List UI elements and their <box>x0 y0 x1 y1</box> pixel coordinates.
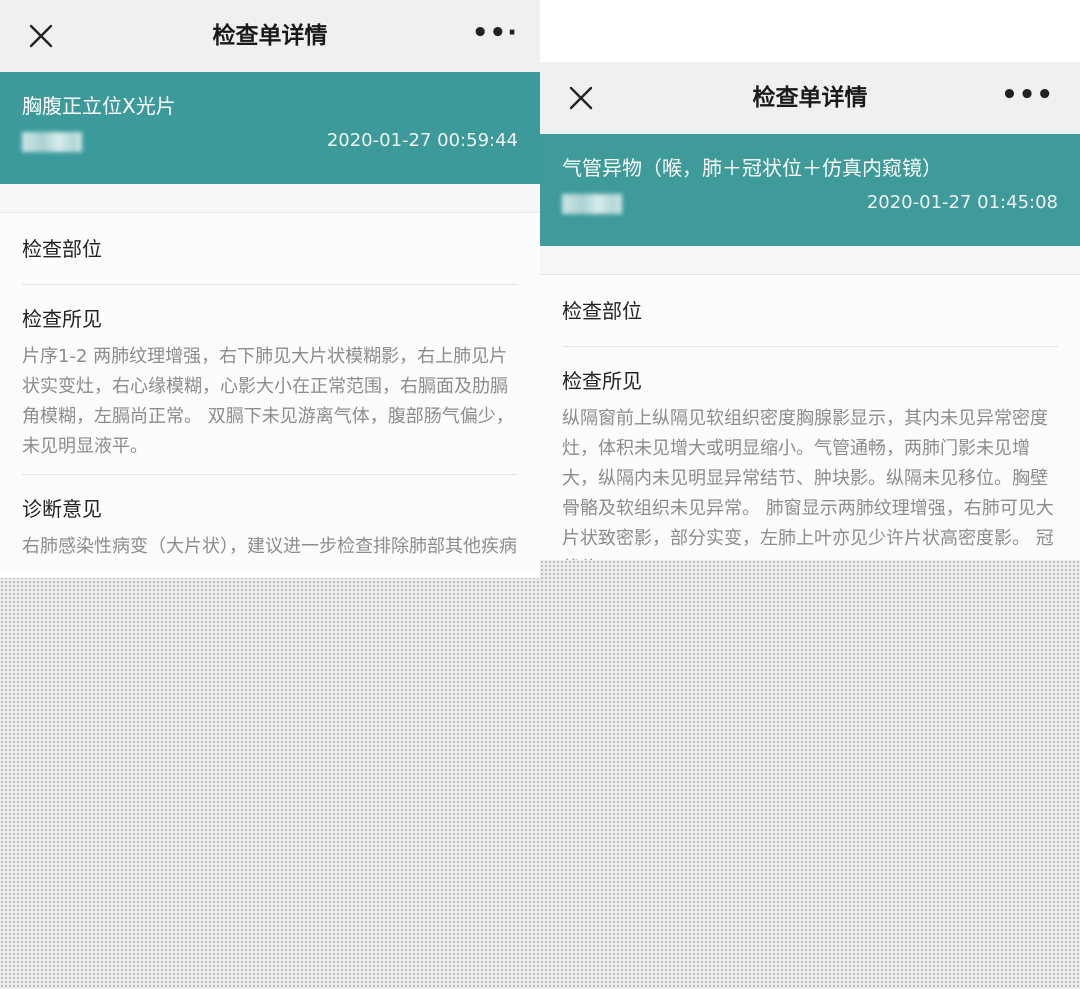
status-area <box>540 0 1080 62</box>
nav-bar: 检查单详情 ••• <box>540 62 1080 134</box>
exam-header: 胸腹正立位X光片 2020-01-27 00:59:44 <box>0 72 540 184</box>
section-exam-site: 检查部位 <box>562 275 1058 347</box>
section-exam-site: 检查部位 <box>22 213 518 285</box>
section-diagnosis: 诊断意见 右肺感染性病变（大片状），建议进一步检查排除肺部其他疾病 <box>22 475 518 574</box>
exam-name: 胸腹正立位X光片 <box>22 94 176 118</box>
exam-name: 气管异物（喉，肺＋冠状位＋仿真内窥镜） <box>562 156 942 180</box>
left-screenshot: 检查单详情 ••· 胸腹正立位X光片 2020-01-27 00:59:44 检… <box>0 0 540 578</box>
exam-datetime: 2020-01-27 01:45:08 <box>866 192 1058 213</box>
diagnosis-text: 右肺感染性病变（大片状），建议进一步检查排除肺部其他疾病 <box>22 536 517 557</box>
more-menu-button[interactable]: ••· <box>472 0 518 72</box>
report-content: 检查部位 检查所见 片序1-2 两肺纹理增强，右下肺见大片状模糊影，右上肺见片状… <box>0 213 540 574</box>
section-findings: 检查所见 纵隔窗前上纵隔见软组织密度胸腺影显示，其内未见异常密度灶，体积未见增大… <box>562 347 1058 560</box>
section-gap <box>0 184 540 213</box>
section-findings: 检查所见 片序1-2 两肺纹理增强，右下肺见大片状模糊影，右上肺见片状实变灶，右… <box>22 285 518 475</box>
right-screenshot: 检查单详情 ••• 气管异物（喉，肺＋冠状位＋仿真内窥镜） 2020-01-27… <box>540 0 1080 560</box>
exam-site-label: 检查部位 <box>22 237 102 261</box>
exam-datetime: 2020-01-27 00:59:44 <box>326 130 518 151</box>
blurred-patient-name <box>562 194 622 214</box>
diagnosis-label: 诊断意见 <box>22 497 102 521</box>
exam-site-label: 检查部位 <box>562 299 642 323</box>
page-title: 检查单详情 <box>212 23 328 49</box>
report-content: 检查部位 检查所见 纵隔窗前上纵隔见软组织密度胸腺影显示，其内未见异常密度灶，体… <box>540 275 1080 560</box>
findings-label: 检查所见 <box>22 307 102 331</box>
blurred-patient-name <box>22 132 82 152</box>
findings-text: 片序1-2 两肺纹理增强，右下肺见大片状模糊影，右上肺见片状实变灶，右心缘模糊，… <box>22 346 514 457</box>
more-menu-button[interactable]: ••• <box>1001 62 1054 134</box>
page-title: 检查单详情 <box>752 85 868 111</box>
findings-label: 检查所见 <box>562 369 642 393</box>
nav-bar: 检查单详情 ••· <box>0 0 540 72</box>
findings-text: 纵隔窗前上纵隔见软组织密度胸腺影显示，其内未见异常密度灶，体积未见增大或明显缩小… <box>562 408 1054 560</box>
exam-header: 气管异物（喉，肺＋冠状位＋仿真内窥镜） 2020-01-27 01:45:08 <box>540 134 1080 246</box>
section-gap <box>540 246 1080 275</box>
